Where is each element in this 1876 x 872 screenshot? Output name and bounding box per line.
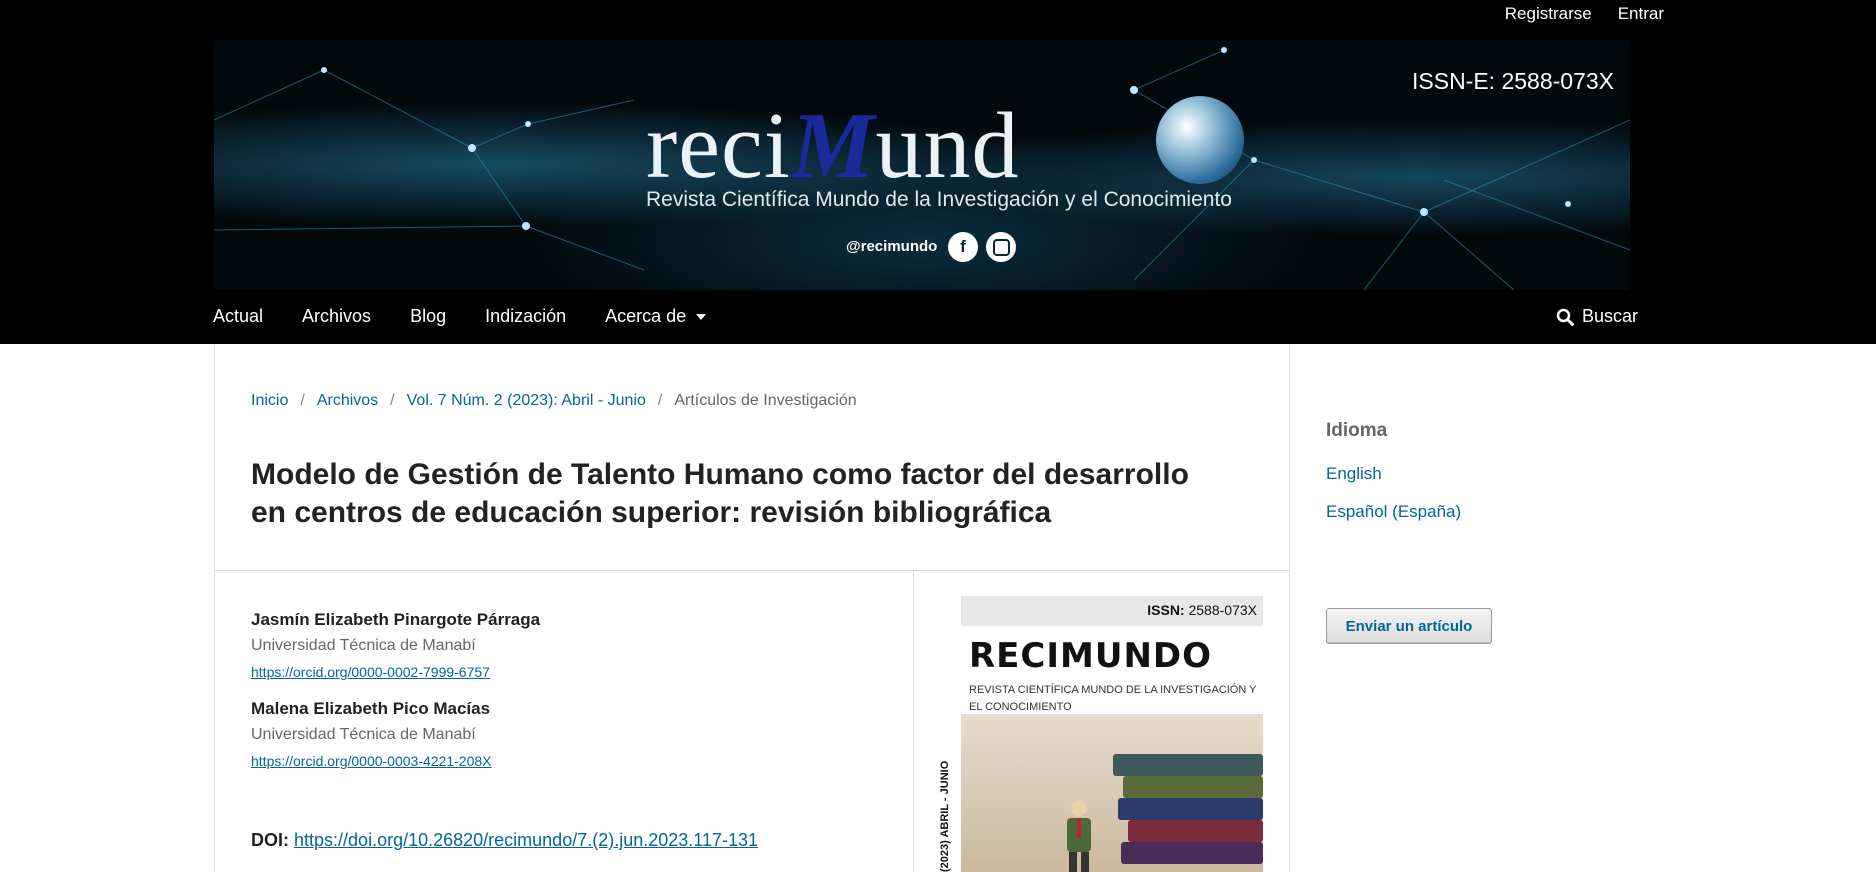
doi-label: DOI:: [251, 830, 289, 850]
cover-photo: [961, 714, 1263, 872]
article-content: Inicio / Archivos / Vol. 7 Núm. 2 (2023)…: [214, 344, 1290, 872]
submit-article-button[interactable]: Enviar un artículo: [1326, 608, 1492, 644]
instagram-icon[interactable]: [986, 232, 1016, 262]
author-orcid-link[interactable]: https://orcid.org/0000-0002-7999-6757: [251, 664, 490, 680]
figurine-icon: [1067, 800, 1091, 872]
author-name: Jasmín Elizabeth Pinargote Párraga: [251, 610, 541, 629]
breadcrumb-issue[interactable]: Vol. 7 Núm. 2 (2023): Abril - Junio: [407, 392, 646, 410]
breadcrumb-archives[interactable]: Archivos: [317, 392, 378, 410]
breadcrumb-home[interactable]: Inicio: [251, 392, 288, 410]
article-title: Modelo de Gestión de Talento Humano como…: [251, 458, 1189, 529]
breadcrumb-section: Artículos de Investigación: [674, 392, 857, 409]
site-subtitle: Revista Científica Mundo de la Investiga…: [646, 188, 1232, 211]
language-spanish-link[interactable]: Español (España): [1326, 502, 1461, 522]
doi: DOI: https://doi.org/10.26820/recimundo/…: [251, 830, 758, 851]
site-banner[interactable]: reciMund Revista Científica Mundo de la …: [214, 40, 1630, 290]
globe-icon: [1156, 96, 1244, 184]
breadcrumb-separator: /: [390, 392, 395, 409]
nav-blog[interactable]: Blog: [410, 306, 446, 327]
author-affiliation: Universidad Técnica de Manabí: [251, 726, 476, 743]
nav-indexing[interactable]: Indización: [485, 306, 566, 327]
nav-about-dropdown[interactable]: Acerca de: [605, 306, 707, 327]
search-link[interactable]: Buscar: [1556, 306, 1638, 327]
cover-issn: ISSN: 2588-073X: [1147, 602, 1257, 618]
header-issn: ISSN-E: 2588-073X: [1412, 68, 1615, 94]
cover-brand: RECIMUNDO: [969, 636, 1213, 676]
breadcrumb-separator: /: [657, 392, 663, 409]
search-label: Buscar: [1581, 306, 1638, 326]
caret-down-icon: [696, 313, 707, 320]
doi-link[interactable]: https://doi.org/10.26820/recimundo/7.(2)…: [294, 830, 758, 850]
main-nav: Actual Archivos Blog Indización Acerca d…: [213, 306, 707, 327]
nav-about-label: Acerca de: [605, 306, 687, 326]
column-divider: [913, 570, 914, 872]
cover-issn-bar: ISSN: 2588-073X: [961, 596, 1263, 626]
facebook-icon[interactable]: f: [948, 232, 978, 262]
breadcrumb-separator: /: [300, 392, 305, 409]
divider: [215, 570, 1289, 571]
search-icon: [1556, 308, 1574, 326]
cover-subtitle: REVISTA CIENTÍFICA MUNDO DE LA INVESTIGA…: [969, 684, 1257, 713]
login-link[interactable]: Entrar: [1618, 4, 1664, 24]
site-logo: reciMund: [646, 94, 1020, 198]
register-link[interactable]: Registrarse: [1505, 4, 1592, 24]
social-handle: @recimundo: [846, 238, 938, 255]
site-header: Registrarse Entrar reciMund Revista Cien…: [0, 0, 1876, 344]
issue-cover-image[interactable]: ISSN: 2588-073X RECIMUNDO REVISTA CIENTÍ…: [939, 596, 1263, 872]
nav-archives[interactable]: Archivos: [302, 306, 371, 327]
breadcrumb: Inicio / Archivos / Vol. 7 Núm. 2 (2023)…: [251, 392, 857, 410]
nav-current[interactable]: Actual: [213, 306, 263, 327]
language-title: Idioma: [1326, 420, 1388, 441]
author-name: Malena Elizabeth Pico Macías: [251, 699, 491, 718]
author-orcid-link[interactable]: https://orcid.org/0000-0003-4221-208X: [251, 753, 492, 769]
cover-side-text: (2023) ABRIL - JUNIO: [939, 760, 951, 872]
user-nav: Registrarse Entrar: [1505, 4, 1664, 24]
author-affiliation: Universidad Técnica de Manabí: [251, 637, 476, 654]
language-english-link[interactable]: English: [1326, 464, 1382, 484]
